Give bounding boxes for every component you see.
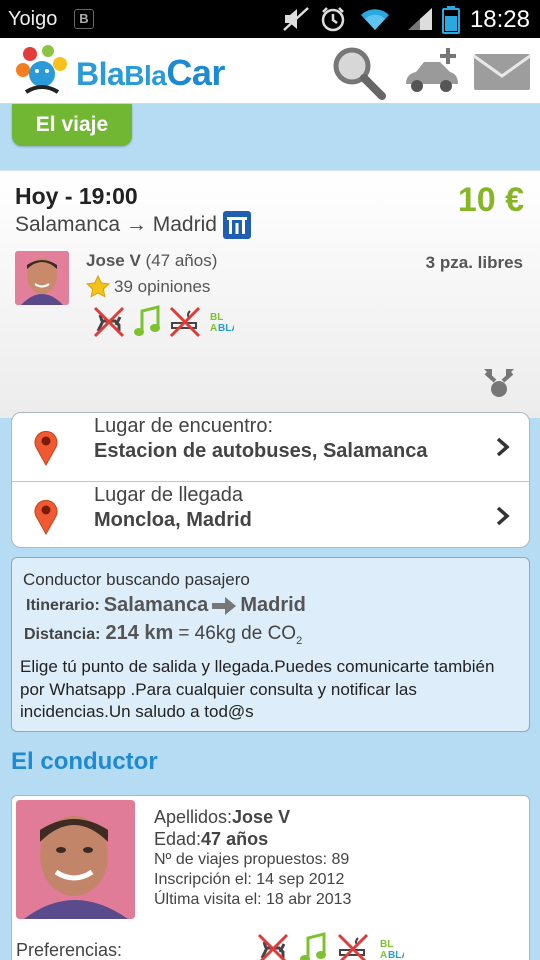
itinerary: Itinerario: Salamanca Madrid <box>26 594 306 617</box>
driver-surname: Apellidos:Jose V <box>154 807 291 827</box>
no-pets-icon <box>257 933 289 960</box>
seats-available: 3 pza. libres <box>425 253 523 272</box>
price: 10 € <box>457 181 524 219</box>
share-icon[interactable] <box>482 367 516 399</box>
driver-preferences: BL A BLA <box>92 305 234 339</box>
meeting-point-value: Estacion de autobuses, Salamanca <box>94 440 428 462</box>
co2-value: = 46kg de CO2 <box>178 623 303 647</box>
logo-wordmark: BlaBlaCar <box>76 52 225 93</box>
svg-text:BLA: BLA <box>388 950 404 960</box>
music-icon <box>300 932 326 960</box>
alarm-clock-icon <box>321 7 345 32</box>
section-title-conductor: El conductor <box>11 748 158 775</box>
music-icon <box>134 305 160 336</box>
arrival-point-row[interactable]: Lugar de llegada Moncloa, Madrid <box>12 481 529 547</box>
driver-age: (47 años) <box>145 251 218 270</box>
clock: 18:28 <box>469 6 530 33</box>
battery-icon <box>442 6 460 34</box>
itinerary-to: Madrid <box>240 594 306 616</box>
arrival-point-label: Lugar de llegada <box>94 484 244 506</box>
signal-icon <box>408 8 432 30</box>
driver-name-line[interactable]: Jose V (47 años) <box>86 251 217 271</box>
chevron-right-icon <box>496 437 510 457</box>
svg-text:BL: BL <box>210 312 223 323</box>
meeting-point-row[interactable]: Lugar de encuentro: Estacion de autobuse… <box>12 413 529 481</box>
trip-status: Conductor buscando pasajero <box>23 570 250 589</box>
chevron-right-icon <box>496 506 510 526</box>
map-pin-icon <box>34 430 58 467</box>
locations-panel: Lugar de encuentro: Estacion de autobuse… <box>11 412 530 548</box>
distance: Distancia: 214 km = 46kg de CO2 <box>24 622 302 647</box>
no-pets-icon <box>93 306 125 338</box>
preferences-label: Preferencias: <box>16 940 123 960</box>
no-smoking-icon <box>337 933 369 960</box>
carrier-name: Yoigo <box>8 8 58 30</box>
chattiness-bla-icon: BL A BLA <box>380 939 404 960</box>
tab-el-viaje[interactable]: El viaje <box>12 104 132 146</box>
blablacar-logo-icon[interactable] <box>14 42 70 100</box>
driver-signup-date: Inscripción el: 14 sep 2012 <box>154 871 345 888</box>
offer-ride-icon[interactable] <box>402 44 462 100</box>
distance-value: 214 km <box>105 622 174 644</box>
svg-text:BLA: BLA <box>218 323 234 334</box>
trip-route: Salamanca → Madrid <box>15 211 251 239</box>
itinerary-from: Salamanca <box>103 594 209 616</box>
driver-last-visit: Última visita el: 18 abr 2013 <box>154 891 352 908</box>
driver-message: Elige tú punto de salida y llegada.Puede… <box>20 657 495 721</box>
trip-description: Conductor buscando pasajero Itinerario: … <box>11 557 530 732</box>
distance-label: Distancia: <box>24 626 101 643</box>
search-icon[interactable] <box>330 44 388 100</box>
meeting-point-label: Lugar de encuentro: <box>94 415 274 437</box>
bbm-notification-icon: B <box>74 9 94 29</box>
no-smoking-icon <box>169 306 201 338</box>
svg-text:A: A <box>210 323 217 334</box>
driver-reviews[interactable]: 39 opiniones <box>86 275 210 299</box>
driver-avatar[interactable] <box>15 251 69 305</box>
status-bar: Yoigo B 18:28 <box>0 0 540 38</box>
driver-info: Apellidos:Jose V Edad:47 años Nº de viaj… <box>154 806 351 910</box>
muted-speaker-icon <box>283 7 309 31</box>
motorway-icon <box>222 211 251 239</box>
messages-icon[interactable] <box>472 52 532 92</box>
reviews-count: 39 opiniones <box>114 277 211 296</box>
driver-photo[interactable] <box>16 800 135 919</box>
driver-name[interactable]: Jose V <box>86 251 141 270</box>
map-pin-icon <box>34 499 58 536</box>
driver-trips-count: Nº de viajes propuestos: 89 <box>154 851 350 868</box>
trip-datetime: Hoy - 19:00 <box>15 183 138 209</box>
svg-text:A: A <box>380 950 387 960</box>
chattiness-bla-icon: BL A BLA <box>210 312 234 334</box>
arrow-right-icon <box>212 596 237 615</box>
driver-card: Apellidos:Jose V Edad:47 años Nº de viaj… <box>11 795 530 960</box>
itinerary-label: Itinerario: <box>26 596 100 614</box>
app-header: BlaBlaCar <box>0 38 540 104</box>
svg-text:BL: BL <box>380 939 393 950</box>
trip-summary: Hoy - 19:00 Salamanca → Madrid 10 € Jose… <box>0 170 540 418</box>
driver-preferences-card: BL A BLA <box>256 932 404 960</box>
wifi-icon <box>361 9 389 31</box>
route-text: Salamanca → Madrid <box>15 213 217 236</box>
arrival-point-value: Moncloa, Madrid <box>94 509 252 531</box>
star-icon <box>86 275 110 298</box>
driver-age-line: Edad:47 años <box>154 829 269 849</box>
